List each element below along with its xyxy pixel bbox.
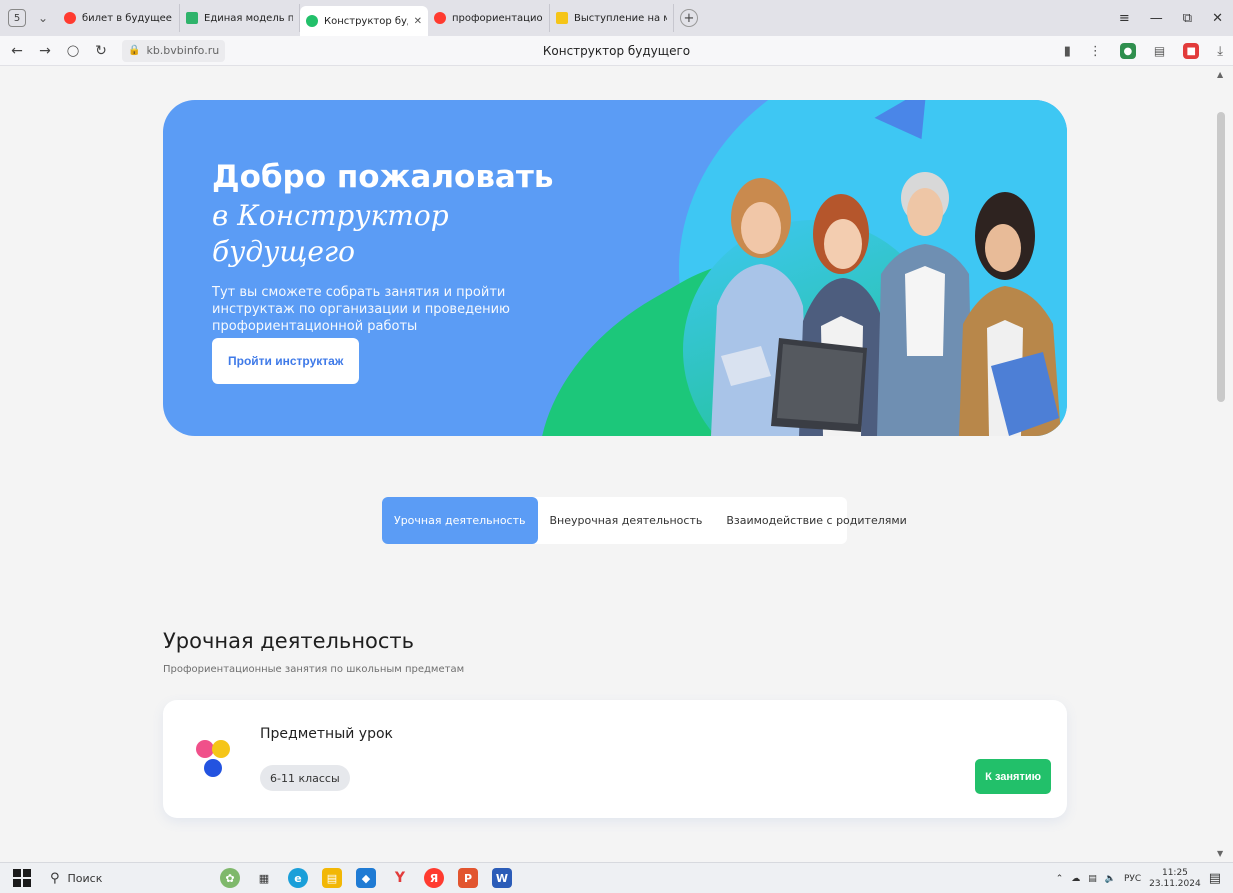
- tab-title: Конструктор будущег: [324, 15, 408, 27]
- search-icon: ⚲: [50, 870, 60, 886]
- hero-subtitle: в Конструктор будущего: [212, 199, 449, 268]
- hero-banner: Добро пожаловать в Конструктор будущего …: [163, 100, 1067, 436]
- yandex-icon[interactable]: Я: [424, 868, 444, 888]
- site-favicon-icon: [186, 12, 198, 24]
- laptop-illustration: [771, 338, 867, 432]
- tab-title: профориентационная ра: [452, 12, 543, 24]
- scroll-down-arrow-icon[interactable]: ▼: [1217, 849, 1223, 858]
- store-icon[interactable]: ◆: [356, 868, 376, 888]
- clock-time: 11:25: [1161, 867, 1188, 878]
- browser-tab-active[interactable]: Конструктор будущег ✕: [300, 6, 428, 36]
- browser-tab[interactable]: профориентационная ра: [428, 4, 550, 32]
- extension-icon[interactable]: ■: [1183, 43, 1200, 59]
- onedrive-icon[interactable]: ☁: [1071, 874, 1080, 884]
- go-to-lesson-button[interactable]: К занятию: [975, 759, 1051, 794]
- close-tab-icon[interactable]: ✕: [414, 16, 422, 27]
- yandex-logo-icon[interactable]: ◯: [62, 40, 84, 62]
- close-window-icon[interactable]: ✕: [1212, 11, 1223, 26]
- browser-tab[interactable]: Единая модель профори: [180, 4, 300, 32]
- reader-icon[interactable]: ▤: [1154, 44, 1165, 58]
- lesson-card-title: Предметный урок: [260, 726, 393, 742]
- yandex-favicon-icon: [434, 12, 446, 24]
- lock-icon: 🔒: [128, 45, 141, 56]
- tab-lesson-activity[interactable]: Урочная деятельность: [382, 497, 538, 544]
- tab-count-badge[interactable]: 5: [8, 9, 26, 27]
- browser-tab-strip: 5 ⌄ билет в будущее — Янде Единая модель…: [0, 0, 1233, 36]
- word-icon[interactable]: W: [492, 868, 512, 888]
- back-arrow-icon[interactable]: ←: [6, 40, 28, 62]
- network-icon[interactable]: ▤: [1088, 874, 1097, 884]
- taskbar-apps: ✿ ▦ e ▤ ◆ Y Я P W: [220, 868, 512, 888]
- tab-list-chevron-icon[interactable]: ⌄: [32, 7, 54, 29]
- edge-browser-icon[interactable]: e: [288, 868, 308, 888]
- menu-icon[interactable]: ≡: [1119, 11, 1130, 26]
- taskbar-search-label: Поиск: [67, 871, 103, 885]
- browser-tab[interactable]: Выступление на методо: [550, 4, 674, 32]
- lesson-card: Предметный урок 6-11 классы К занятию: [163, 700, 1067, 818]
- clock[interactable]: 11:25 23.11.2024: [1149, 868, 1201, 890]
- scrollbar-thumb[interactable]: [1217, 112, 1225, 402]
- activity-tabs: Урочная деятельность Внеурочная деятельн…: [382, 497, 907, 544]
- url-text: kb.bvbinfo.ru: [146, 44, 220, 57]
- forward-arrow-icon[interactable]: →: [34, 40, 56, 62]
- taskbar-search[interactable]: ⚲ Поиск: [50, 866, 200, 890]
- shield-extension-icon[interactable]: ●: [1119, 43, 1136, 59]
- hero-title: Добро пожаловать: [212, 159, 554, 195]
- more-vertical-icon[interactable]: ⋮: [1089, 44, 1102, 59]
- minimize-icon[interactable]: —: [1150, 11, 1163, 26]
- window-controls: ≡ — ⧉ ✕: [1119, 0, 1223, 36]
- tab-parent-interaction[interactable]: Взаимодействие с родителями: [714, 497, 918, 544]
- start-instruction-button[interactable]: Пройти инструктаж: [212, 338, 360, 384]
- page-scrollbar[interactable]: ▲ ▼: [1210, 66, 1233, 862]
- person-illustration: [877, 172, 973, 436]
- new-tab-icon[interactable]: +: [680, 9, 698, 27]
- section-subtitle: Профориентационные занятия по школьным п…: [163, 664, 465, 675]
- windows-start-icon[interactable]: [10, 866, 34, 890]
- browser-tab[interactable]: билет в будущее — Янде: [58, 4, 180, 32]
- document-favicon-icon: [556, 12, 568, 24]
- grades-badge: 6-11 классы: [260, 765, 350, 791]
- toolbar-extensions: ▮ ⋮ ● ▤ ■ ⤓: [1064, 36, 1223, 66]
- scroll-up-arrow-icon[interactable]: ▲: [1217, 70, 1223, 79]
- yandex-favicon-icon: [64, 12, 76, 24]
- hero-people-illustration: [711, 172, 1061, 436]
- widget-icon[interactable]: ✿: [220, 868, 240, 888]
- hero-text: Добро пожаловать в Конструктор будущего …: [212, 158, 572, 335]
- subject-lesson-logo-icon: [196, 740, 230, 777]
- windows-taskbar: ⚲ Поиск ✿ ▦ e ▤ ◆ Y Я P W ⌃ ☁ ▤ 🔈 РУС 11…: [0, 862, 1233, 893]
- site-favicon-icon: [306, 15, 318, 27]
- tab-title: Выступление на методо: [574, 12, 667, 24]
- language-indicator[interactable]: РУС: [1124, 874, 1141, 884]
- hero-description: Тут вы сможете собрать занятия и пройти …: [212, 285, 510, 334]
- tab-title: билет в будущее — Янде: [82, 12, 173, 24]
- url-field[interactable]: 🔒 kb.bvbinfo.ru: [122, 39, 226, 62]
- notifications-icon[interactable]: ▤: [1209, 871, 1221, 886]
- powerpoint-icon[interactable]: P: [458, 868, 478, 888]
- address-bar: Конструктор будущего ← → ◯ ↻ 🔒 kb.bvbinf…: [0, 36, 1233, 66]
- browser-tabs: билет в будущее — Янде Единая модель про…: [58, 0, 698, 36]
- yandex-browser-icon[interactable]: Y: [390, 868, 410, 888]
- volume-icon[interactable]: 🔈: [1105, 874, 1116, 884]
- file-explorer-icon[interactable]: ▤: [322, 868, 342, 888]
- tab-title: Единая модель профори: [204, 12, 293, 24]
- task-view-icon[interactable]: ▦: [254, 868, 274, 888]
- tab-extracurricular-activity[interactable]: Внеурочная деятельность: [538, 497, 715, 544]
- page-content: Добро пожаловать в Конструктор будущего …: [0, 66, 1210, 862]
- tray-chevron-up-icon[interactable]: ⌃: [1056, 874, 1064, 884]
- restore-icon[interactable]: ⧉: [1183, 11, 1192, 26]
- section-title: Урочная деятельность: [163, 629, 415, 653]
- reload-icon[interactable]: ↻: [90, 40, 112, 62]
- person-illustration: [959, 192, 1061, 436]
- download-icon[interactable]: ⤓: [1217, 44, 1223, 59]
- clock-date: 23.11.2024: [1149, 878, 1201, 889]
- bookmark-icon[interactable]: ▮: [1064, 44, 1071, 59]
- system-tray: ⌃ ☁ ▤ 🔈 РУС 11:25 23.11.2024 ▤: [1056, 863, 1221, 893]
